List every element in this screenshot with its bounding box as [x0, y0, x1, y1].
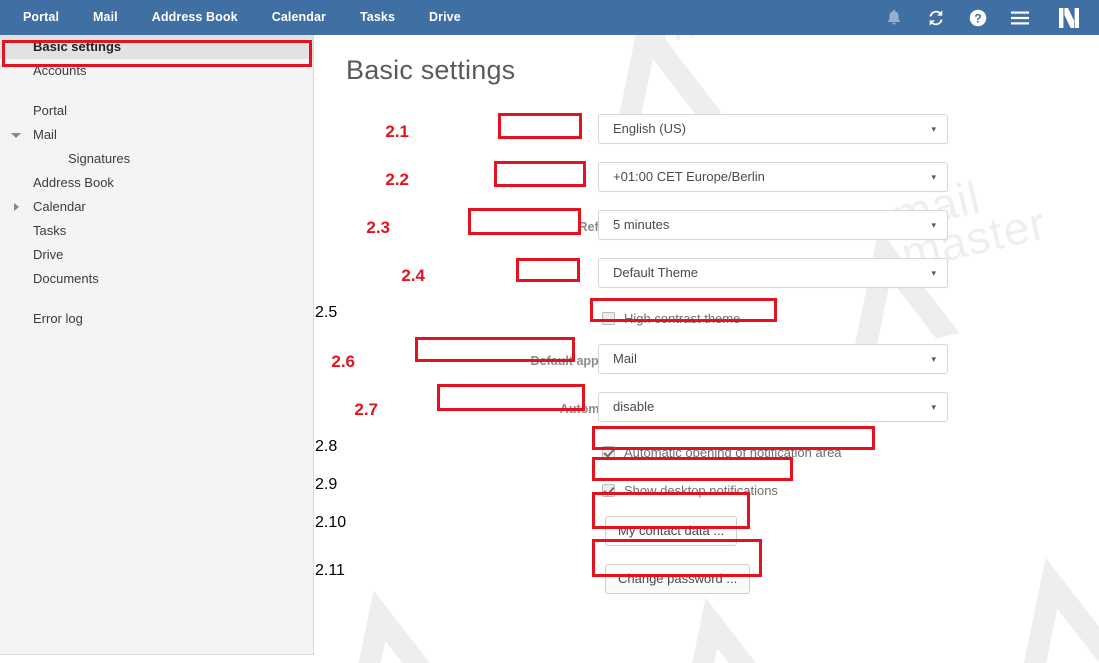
default-app-select[interactable]: Mail ▾ [598, 344, 948, 374]
nav-item-tasks[interactable]: Tasks [343, 0, 412, 35]
nav-item-mail[interactable]: Mail [76, 0, 135, 35]
chevron-down-icon: ▾ [931, 172, 936, 182]
checkbox-box-icon[interactable] [602, 311, 615, 325]
sidebar-item-signatures[interactable]: Signatures [0, 147, 313, 171]
chevron-right-icon[interactable] [9, 195, 23, 219]
sidebar-item-portal[interactable]: Portal [0, 99, 313, 123]
sidebar-item-label: Mail [33, 127, 57, 142]
nav-icon-group: ? [873, 0, 1099, 35]
sidebar-item-tasks[interactable]: Tasks [0, 219, 313, 243]
annotation-number: 2.7 [354, 400, 378, 419]
sidebar-item-label: Accounts [33, 63, 87, 78]
automatic-sign-out-select-value: disable [613, 399, 655, 414]
theme-select[interactable]: Default Theme ▾ [598, 258, 948, 288]
setting-row-theme: 2.4 Theme Default Theme ▾ [315, 256, 955, 304]
chevron-down-icon: ▾ [931, 354, 936, 364]
nav-item-drive[interactable]: Drive [412, 0, 478, 35]
time-zone-select-value: +01:00 CET Europe/Berlin [613, 169, 765, 184]
checkbox-checked-icon[interactable] [602, 445, 615, 459]
sidebar-item-label: Drive [33, 247, 64, 262]
sidebar-item-label: Documents [33, 271, 99, 286]
high-contrast-theme-label: High contrast theme [624, 310, 741, 326]
sidebar-item-calendar[interactable]: Calendar [0, 195, 313, 219]
auto-open-notification-area-label: Automatic opening of notification area [624, 444, 842, 460]
show-desktop-notifications-checkbox[interactable]: Show desktop notifications [598, 478, 786, 502]
high-contrast-theme-checkbox[interactable]: High contrast theme [598, 306, 748, 330]
theme-select-value: Default Theme [613, 265, 699, 280]
annotation-number: 2.3 [366, 218, 390, 237]
chevron-down-icon: ▾ [931, 268, 936, 278]
nav-links: Portal Mail Address Book Calendar Tasks … [6, 0, 478, 35]
sidebar-item-label: Tasks [33, 223, 67, 238]
sidebar-item-label: Portal [33, 103, 67, 118]
sidebar-item-address-book[interactable]: Address Book [0, 171, 313, 195]
checkbox-checked-icon[interactable] [602, 483, 615, 497]
language-select-value: English (US) [613, 121, 686, 136]
chevron-down-icon: ▾ [931, 402, 936, 412]
mail-master-logo[interactable] [1049, 0, 1089, 35]
svg-text:?: ? [974, 11, 981, 25]
language-select[interactable]: English (US) ▾ [598, 114, 948, 144]
annotation-number: 2.6 [331, 352, 355, 371]
refresh-interval-select[interactable]: 5 minutes ▾ [598, 210, 948, 240]
setting-row-language: 2.1 Language English (US) ▾ [315, 112, 955, 160]
time-zone-select[interactable]: +01:00 CET Europe/Berlin ▾ [598, 162, 948, 192]
auto-open-notification-area-checkbox[interactable]: Automatic opening of notification area [598, 440, 850, 464]
annotation-number: 2.2 [385, 170, 409, 189]
change-password-button[interactable]: Change password ... [605, 564, 751, 594]
main-content: Basic settings 2.1 Language English (US)… [315, 35, 1099, 663]
default-app-select-value: Mail [613, 351, 637, 366]
chevron-down-icon[interactable] [9, 123, 23, 147]
settings-sidebar: Basic settings Accounts Portal Mail Sign… [0, 35, 314, 655]
notifications-bell-icon[interactable] [873, 0, 915, 35]
setting-row-default-app: 2.6 Default app after sign in Mail ▾ [315, 342, 955, 390]
sidebar-item-basic-settings[interactable]: Basic settings [0, 35, 313, 59]
nav-item-address-book[interactable]: Address Book [135, 0, 255, 35]
setting-row-show-desktop-notifications: 2.9 Show desktop notifications [315, 476, 955, 514]
sidebar-item-accounts[interactable]: Accounts [0, 59, 313, 83]
setting-row-refresh-interval: 2.3 Refresh interval 5 minutes ▾ [315, 208, 955, 256]
nav-item-calendar[interactable]: Calendar [255, 0, 343, 35]
refresh-sync-icon[interactable] [915, 0, 957, 35]
settings-form: 2.1 Language English (US) ▾ 2.2 Time zon… [315, 112, 955, 610]
setting-row-auto-open-notification-area: 2.8 Automatic opening of notification ar… [315, 438, 955, 476]
setting-row-high-contrast-theme: 2.5 High contrast theme [315, 304, 955, 342]
annotation-number: 2.4 [401, 266, 425, 285]
setting-row-change-password: 2.11 Change password ... [315, 562, 955, 610]
chevron-down-icon: ▾ [931, 220, 936, 230]
sidebar-item-label: Address Book [33, 175, 114, 190]
top-navigation-bar: Portal Mail Address Book Calendar Tasks … [0, 0, 1099, 35]
setting-row-my-contact-data: 2.10 My contact data ... [315, 514, 955, 562]
chevron-down-icon: ▾ [931, 124, 936, 134]
sidebar-item-label: Error log [33, 311, 83, 326]
help-icon[interactable]: ? [957, 0, 999, 35]
refresh-interval-select-value: 5 minutes [613, 217, 670, 232]
sidebar-item-label: Calendar [33, 199, 86, 214]
nav-item-portal[interactable]: Portal [6, 0, 76, 35]
setting-row-time-zone: 2.2 Time zone +01:00 CET Europe/Berlin ▾ [315, 160, 955, 208]
annotation-number: 2.1 [385, 122, 409, 141]
menu-hamburger-icon[interactable] [999, 0, 1041, 35]
automatic-sign-out-select[interactable]: disable ▾ [598, 392, 948, 422]
my-contact-data-button[interactable]: My contact data ... [605, 516, 738, 546]
sidebar-item-label: Basic settings [33, 39, 122, 54]
show-desktop-notifications-label: Show desktop notifications [624, 482, 778, 498]
app-window: mail master Portal Mail Address Book [0, 0, 1099, 663]
page-title: Basic settings [346, 55, 516, 85]
sidebar-item-error-log[interactable]: Error log [0, 307, 313, 331]
setting-row-automatic-sign-out: 2.7 Automatic sign out disable ▾ [315, 390, 955, 438]
sidebar-item-drive[interactable]: Drive [0, 243, 313, 267]
sidebar-item-documents[interactable]: Documents [0, 267, 313, 291]
sidebar-item-mail[interactable]: Mail [0, 123, 313, 147]
sidebar-item-label: Signatures [68, 151, 131, 166]
